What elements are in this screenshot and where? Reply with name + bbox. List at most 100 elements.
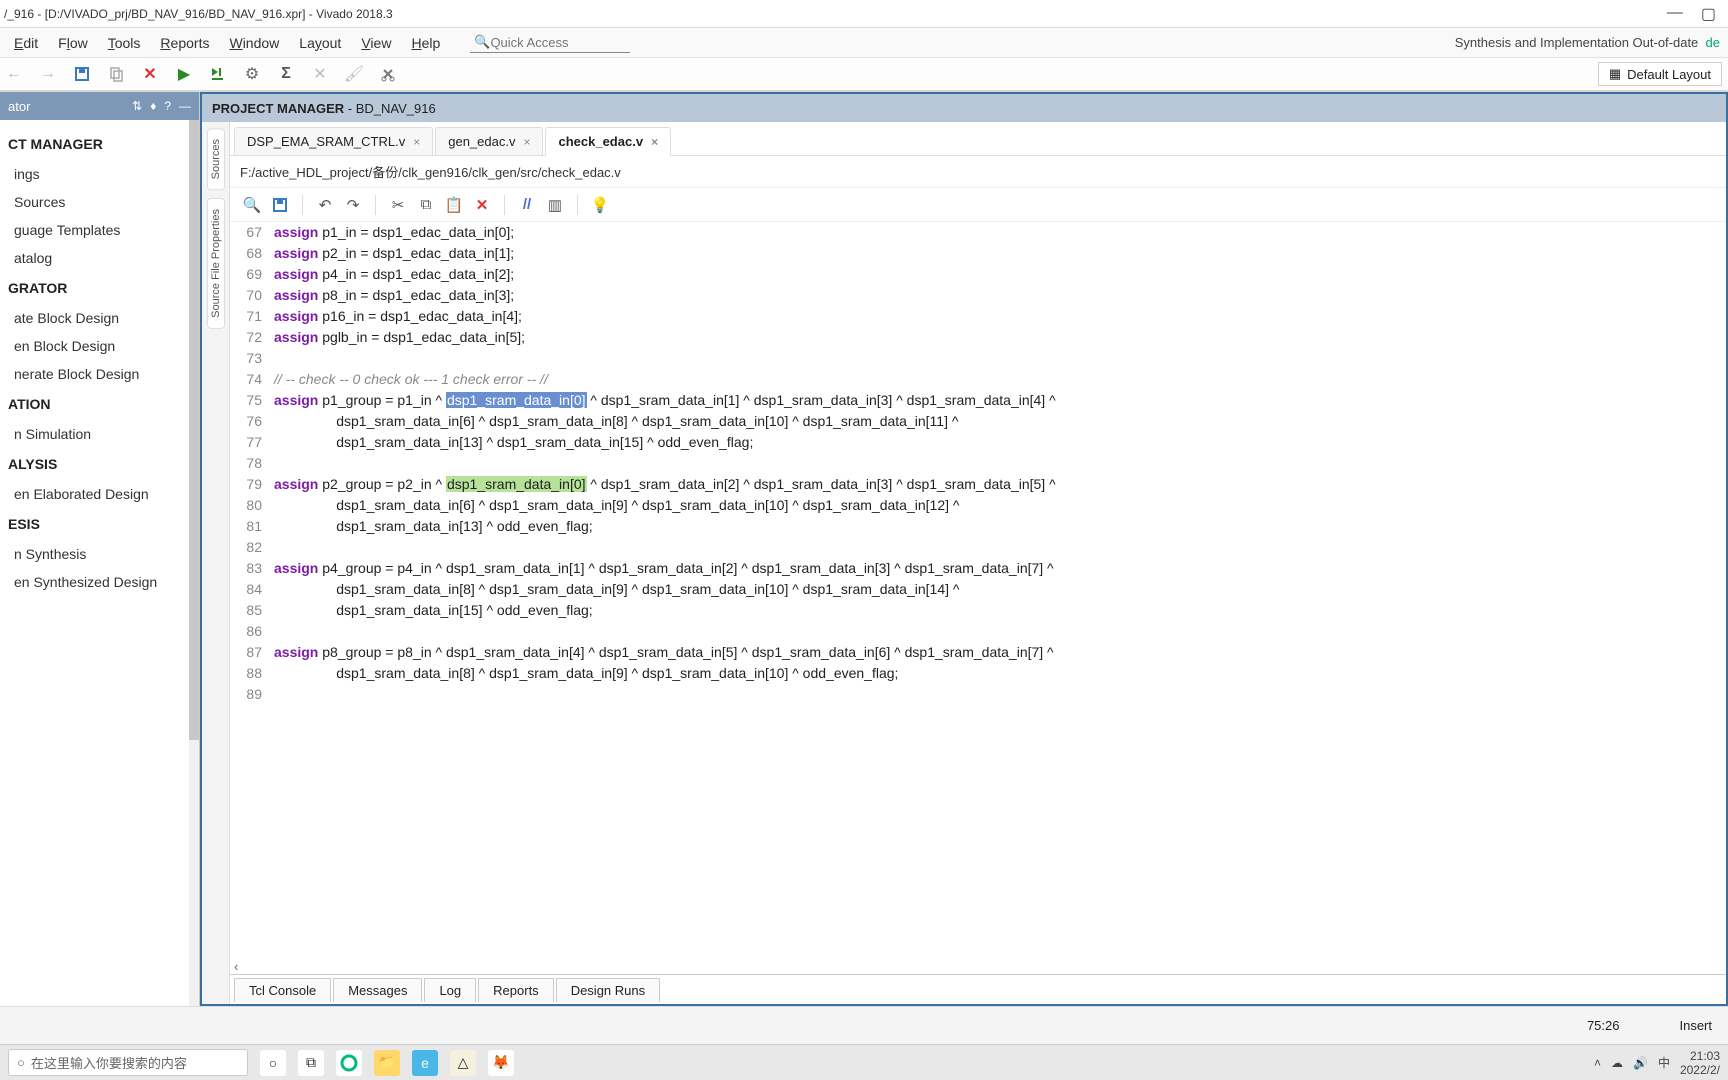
task-view-icon[interactable]: ⧉ [298,1050,324,1076]
code-line[interactable]: assign pglb_in = dsp1_edac_data_in[5]; [274,327,1726,348]
menu-window[interactable]: Window [219,31,289,55]
collapse-indicator-icon[interactable]: ‹ [234,959,238,974]
column-icon[interactable]: ▥ [543,193,567,217]
menu-flow[interactable]: Flow [48,31,98,55]
nav-item[interactable]: atalog [4,244,195,272]
delete-icon[interactable]: ✕ [470,193,494,217]
vivado-app-icon[interactable]: △ [450,1050,476,1076]
editor-tab[interactable]: DSP_EMA_SRAM_CTRL.v× [234,127,433,155]
code-line[interactable]: dsp1_sram_data_in[15] ^ odd_even_flag; [274,600,1726,621]
code-line[interactable] [274,537,1726,558]
tab-close-icon[interactable]: × [523,135,530,149]
sidetab-source-file-properties[interactable]: Source File Properties [207,198,225,329]
menu-tools[interactable]: Tools [98,31,151,55]
editor-tab[interactable]: gen_edac.v× [435,127,543,155]
menu-help[interactable]: Help [401,31,450,55]
nav-item[interactable]: en Block Design [4,332,195,360]
code-line[interactable] [274,621,1726,642]
explorer-icon[interactable]: 📁 [374,1050,400,1076]
step-icon[interactable] [208,64,228,84]
menu-view[interactable]: View [351,31,401,55]
help-icon[interactable]: ? [164,99,171,113]
code-line[interactable]: assign p16_in = dsp1_edac_data_in[4]; [274,306,1726,327]
nav-item[interactable]: ate Block Design [4,304,195,332]
menu-reports[interactable]: Reports [150,31,219,55]
undo-icon[interactable]: ↶ [313,193,337,217]
tray-up-icon[interactable]: ˄ [1594,1056,1601,1070]
code-line[interactable]: dsp1_sram_data_in[8] ^ dsp1_sram_data_in… [274,579,1726,600]
save-icon[interactable] [72,64,92,84]
editor-tab[interactable]: check_edac.v× [545,127,671,156]
navigator-scrollbar[interactable] [189,120,199,1006]
run-icon[interactable]: ▶ [174,64,194,84]
paste-icon[interactable]: 📋 [442,193,466,217]
code-line[interactable]: assign p8_in = dsp1_edac_data_in[3]; [274,285,1726,306]
code-line[interactable]: dsp1_sram_data_in[8] ^ dsp1_sram_data_in… [274,663,1726,684]
code-line[interactable]: // -- check -- 0 check ok --- 1 check er… [274,369,1726,390]
code-line[interactable]: assign p4_group = p4_in ^ dsp1_sram_data… [274,558,1726,579]
code-line[interactable]: assign p4_in = dsp1_edac_data_in[2]; [274,264,1726,285]
bottom-tab[interactable]: Reports [478,978,554,1002]
quick-access-input[interactable] [490,35,610,50]
cancel-icon[interactable]: ✕ [310,64,330,84]
code-line[interactable]: dsp1_sram_data_in[13] ^ dsp1_sram_data_i… [274,432,1726,453]
code-line[interactable]: assign p1_in = dsp1_edac_data_in[0]; [274,222,1726,243]
tray-ime[interactable]: 中 [1658,1054,1670,1071]
tab-close-icon[interactable]: × [651,135,658,149]
copy-icon[interactable] [106,64,126,84]
comment-icon[interactable]: // [515,193,539,217]
nav-item[interactable]: Sources [4,188,195,216]
nav-item[interactable]: ings [4,160,195,188]
nav-item[interactable]: en Synthesized Design [4,568,195,596]
cortana-circle-icon[interactable]: ○ [260,1050,286,1076]
collapse-icon[interactable]: ♦ [150,99,156,113]
firefox-icon[interactable]: 🦊 [488,1050,514,1076]
code-line[interactable]: dsp1_sram_data_in[13] ^ odd_even_flag; [274,516,1726,537]
tray-cloud-icon[interactable]: ☁ [1611,1056,1623,1070]
save-file-icon[interactable] [268,193,292,217]
code-line[interactable]: assign p1_group = p1_in ^ dsp1_sram_data… [274,390,1726,411]
code-line[interactable]: dsp1_sram_data_in[6] ^ dsp1_sram_data_in… [274,411,1726,432]
menu-edit[interactable]: Edit [4,31,48,55]
tray-volume-icon[interactable]: 🔊 [1633,1056,1648,1070]
forward-icon[interactable]: → [38,64,58,84]
nav-item[interactable]: nerate Block Design [4,360,195,388]
edge-icon[interactable] [336,1050,362,1076]
layout-dropdown[interactable]: ▦ Default Layout [1598,62,1722,86]
code-line[interactable] [274,684,1726,705]
nav-item[interactable]: en Elaborated Design [4,480,195,508]
bottom-tab[interactable]: Log [424,978,476,1002]
sidetab-sources[interactable]: Sources [207,128,225,190]
minimize-panel-icon[interactable]: — [179,99,191,113]
bottom-tab[interactable]: Tcl Console [234,978,331,1002]
nav-item[interactable]: n Synthesis [4,540,195,568]
find-icon[interactable]: 🔍 [240,193,264,217]
redo-icon[interactable]: ↷ [341,193,365,217]
code-line[interactable]: dsp1_sram_data_in[6] ^ dsp1_sram_data_in… [274,495,1726,516]
code-line[interactable]: assign p2_in = dsp1_edac_data_in[1]; [274,243,1726,264]
maximize-icon[interactable]: ▢ [1701,4,1716,24]
bulb-icon[interactable]: 💡 [588,193,612,217]
taskbar-search[interactable]: ○ 在这里输入你要搜索的内容 [8,1049,248,1076]
menu-layout[interactable]: Layout [289,31,351,55]
close-icon[interactable]: ✕ [140,64,160,84]
brush-icon[interactable]: 🖌 [344,64,364,84]
tab-close-icon[interactable]: × [413,135,420,149]
code-line[interactable] [274,348,1726,369]
code-line[interactable]: assign p8_group = p8_in ^ dsp1_sram_data… [274,642,1726,663]
refresh-icon[interactable]: ⇅ [132,99,142,113]
settings-icon[interactable]: ⚙ [242,64,262,84]
edge-app-icon[interactable]: e [412,1050,438,1076]
minimize-icon[interactable]: — [1667,4,1683,24]
bottom-tab[interactable]: Messages [333,978,422,1002]
quick-access[interactable]: 🔍 [470,32,630,53]
sigma-icon[interactable]: Σ [276,64,296,84]
code-line[interactable]: assign p2_group = p2_in ^ dsp1_sram_data… [274,474,1726,495]
code-line[interactable] [274,453,1726,474]
scissors-icon[interactable] [378,64,398,84]
copy-icon[interactable]: ⧉ [414,193,438,217]
details-link[interactable]: de [1706,35,1720,50]
cut-icon[interactable]: ✂ [386,193,410,217]
back-icon[interactable]: ← [4,64,24,84]
bottom-tab[interactable]: Design Runs [556,978,660,1002]
